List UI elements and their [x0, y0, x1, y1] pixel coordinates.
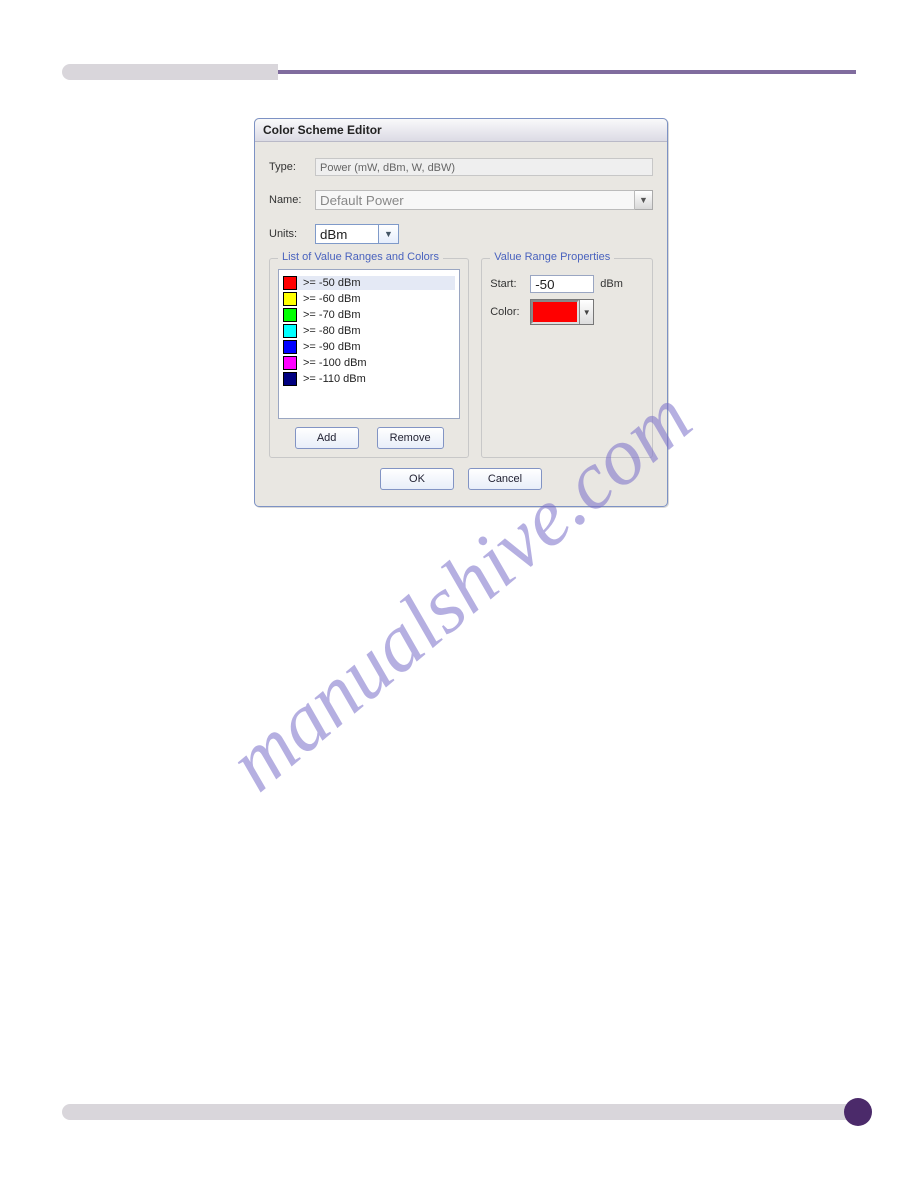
range-label: >= -60 dBm [303, 293, 360, 305]
range-label: >= -70 dBm [303, 309, 360, 321]
range-label: >= -50 dBm [303, 277, 360, 289]
color-picker[interactable]: ▼ [530, 299, 594, 325]
color-swatch [283, 340, 297, 354]
add-button[interactable]: Add [295, 427, 359, 449]
name-label: Name: [269, 194, 315, 206]
range-label: >= -90 dBm [303, 341, 360, 353]
chevron-down-icon[interactable]: ▼ [635, 190, 653, 210]
dialog-title: Color Scheme Editor [255, 119, 667, 142]
color-label: Color: [490, 306, 530, 318]
footer-bar [62, 1104, 858, 1120]
type-row: Type: Power (mW, dBm, W, dBW) [269, 158, 653, 176]
color-swatch [283, 324, 297, 338]
name-row: Name: ▼ [269, 190, 653, 210]
color-scheme-editor-dialog: Color Scheme Editor Type: Power (mW, dBm… [254, 118, 668, 507]
ranges-group: List of Value Ranges and Colors >= -50 d… [269, 258, 469, 458]
ranges-listbox[interactable]: >= -50 dBm >= -60 dBm >= -70 dBm >= -80 … [278, 269, 460, 419]
color-swatch [283, 372, 297, 386]
list-item[interactable]: >= -80 dBm [283, 324, 455, 338]
range-label: >= -80 dBm [303, 325, 360, 337]
list-item[interactable]: >= -60 dBm [283, 292, 455, 306]
type-label: Type: [269, 161, 315, 173]
range-buttons: Add Remove [278, 427, 460, 449]
range-label: >= -100 dBm [303, 357, 367, 369]
ok-button[interactable]: OK [380, 468, 454, 490]
dialog-body: Type: Power (mW, dBm, W, dBW) Name: ▼ Un… [255, 142, 667, 506]
units-label: Units: [269, 228, 315, 240]
start-unit: dBm [600, 278, 623, 290]
groups-row: List of Value Ranges and Colors >= -50 d… [269, 258, 653, 458]
properties-legend: Value Range Properties [490, 251, 614, 263]
list-item[interactable]: >= -90 dBm [283, 340, 455, 354]
chevron-down-icon[interactable]: ▼ [579, 300, 593, 324]
remove-button[interactable]: Remove [377, 427, 444, 449]
color-swatch [283, 276, 297, 290]
units-input[interactable] [315, 224, 379, 244]
page-number-dot [844, 1098, 872, 1126]
list-item[interactable]: >= -70 dBm [283, 308, 455, 322]
units-row: Units: ▼ [269, 224, 653, 244]
chevron-down-icon[interactable]: ▼ [379, 224, 399, 244]
list-item[interactable]: >= -100 dBm [283, 356, 455, 370]
color-swatch [283, 308, 297, 322]
cancel-button[interactable]: Cancel [468, 468, 542, 490]
type-field: Power (mW, dBm, W, dBW) [315, 158, 653, 176]
properties-group: Value Range Properties Start: dBm Color:… [481, 258, 653, 458]
header-bar-right [278, 70, 856, 74]
range-label: >= -110 dBm [303, 373, 366, 385]
color-row: Color: ▼ [490, 299, 644, 325]
units-combobox[interactable]: ▼ [315, 224, 401, 244]
dialog-buttons: OK Cancel [269, 458, 653, 502]
color-swatch [283, 292, 297, 306]
header-bar-left [62, 64, 278, 80]
list-item[interactable]: >= -50 dBm [283, 276, 455, 290]
start-label: Start: [490, 278, 530, 290]
name-input [315, 190, 635, 210]
ranges-legend: List of Value Ranges and Colors [278, 251, 443, 263]
list-item[interactable]: >= -110 dBm [283, 372, 455, 386]
start-input[interactable] [530, 275, 594, 293]
color-swatch [283, 356, 297, 370]
start-row: Start: dBm [490, 275, 644, 293]
color-value [531, 300, 579, 324]
name-combobox[interactable]: ▼ [315, 190, 653, 210]
